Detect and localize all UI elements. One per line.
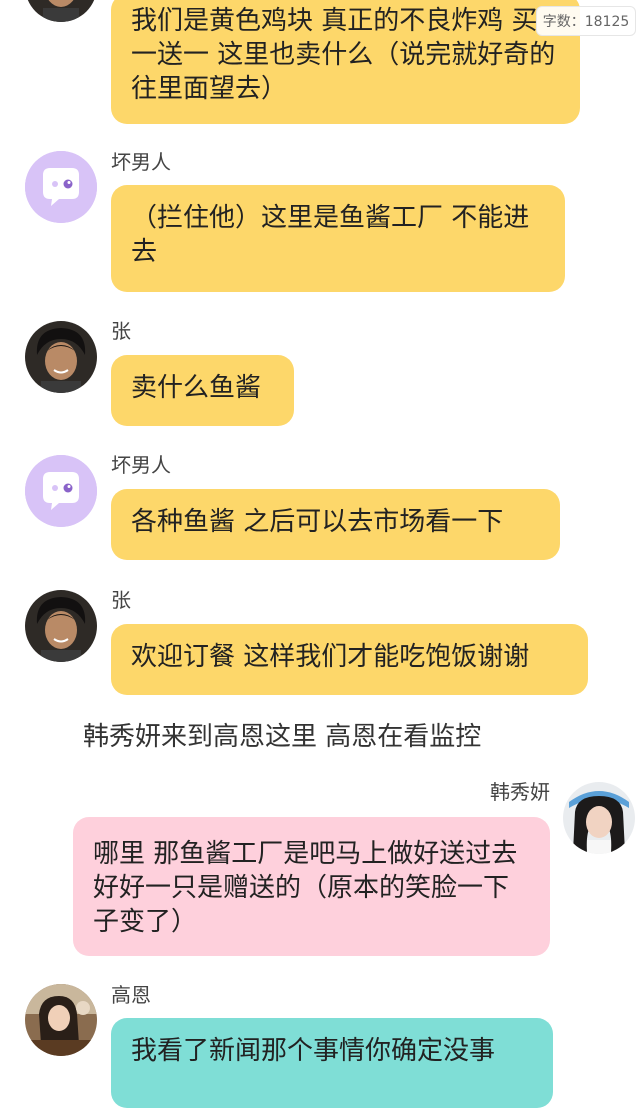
message-bubble: 各种鱼酱 之后可以去市场看一下 [111,489,560,560]
chat-bubble-face-icon [25,151,97,223]
message-bubble: 卖什么鱼酱 [111,355,294,426]
avatar-bad-man[interactable] [25,455,97,527]
avatar-han-xiuyan[interactable] [563,782,635,854]
chat-thread[interactable]: 我们是黄色鸡块 真正的不良炸鸡 买一送一 这里也卖什么（说完就好奇的往里面望去）… [0,0,640,1108]
message-bubble: 我看了新闻那个事情你确定没事 [111,1018,553,1108]
person-avatar-icon [25,321,97,393]
avatar-zhang[interactable] [25,321,97,393]
person-avatar-icon [25,0,97,22]
avatar-bad-man[interactable] [25,151,97,223]
message-bubble: 哪里 那鱼酱工厂是吧马上做好送过去 好好一只是赠送的（原本的笑脸一下子变了） [73,817,550,956]
chat-bubble-face-icon [25,455,97,527]
word-count-badge: 字数：18125 [536,6,636,36]
avatar-zhang[interactable] [25,0,97,22]
sender-name: 坏男人 [111,453,171,477]
sender-name: 坏男人 [111,150,171,174]
avatar-zhang[interactable] [25,590,97,662]
person-avatar-icon [25,984,97,1056]
person-avatar-icon [25,590,97,662]
message-bubble: 我们是黄色鸡块 真正的不良炸鸡 买一送一 这里也卖什么（说完就好奇的往里面望去） [111,0,580,124]
sender-name: 韩秀妍 [490,780,550,804]
narration-text: 韩秀妍来到高恩这里 高恩在看监控 [83,722,482,752]
person-avatar-icon [563,782,635,854]
sender-name: 张 [111,588,131,612]
message-bubble: 欢迎订餐 这样我们才能吃饱饭谢谢 [111,624,588,695]
avatar-gao-en[interactable] [25,984,97,1056]
sender-name: 张 [111,319,131,343]
sender-name: 高恩 [111,983,151,1007]
message-bubble: （拦住他）这里是鱼酱工厂 不能进去 [111,185,565,292]
